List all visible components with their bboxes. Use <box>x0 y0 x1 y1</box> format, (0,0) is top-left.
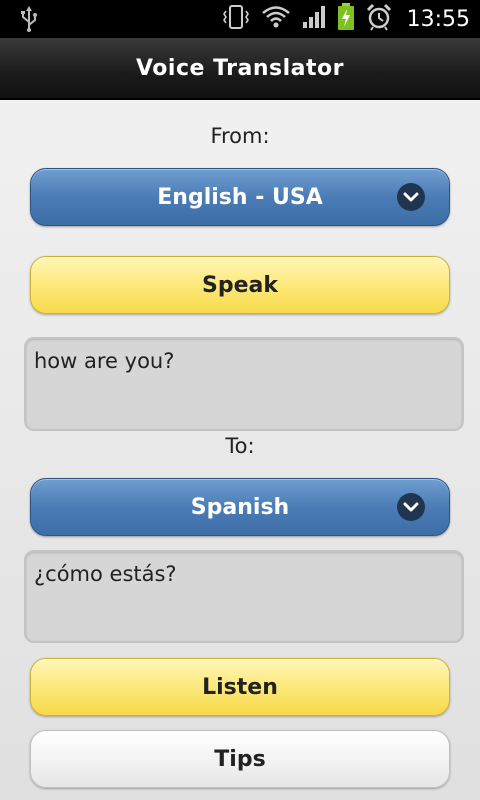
status-bar: 13:55 <box>0 0 480 38</box>
battery-charging-icon <box>337 3 355 35</box>
status-time: 13:55 <box>406 6 470 32</box>
to-language-select[interactable]: Spanish <box>30 478 450 536</box>
source-text-box[interactable]: how are you? <box>24 337 464 431</box>
usb-icon <box>18 6 40 36</box>
from-language-value: English - USA <box>157 184 323 210</box>
tips-button[interactable]: Tips <box>30 730 450 788</box>
vibrate-icon <box>221 4 251 34</box>
app-title: Voice Translator <box>135 55 344 81</box>
alarm-icon <box>365 3 393 35</box>
speak-button[interactable]: Speak <box>30 256 450 314</box>
from-label: From: <box>210 124 270 148</box>
source-text: how are you? <box>34 349 175 373</box>
to-label: To: <box>225 434 255 458</box>
chevron-down-icon <box>397 183 425 211</box>
to-language-value: Spanish <box>190 494 290 520</box>
from-language-select[interactable]: English - USA <box>30 168 450 226</box>
chevron-down-icon <box>397 493 425 521</box>
translated-text: ¿cómo estás? <box>34 562 177 586</box>
wifi-icon <box>261 4 291 34</box>
translated-text-box[interactable]: ¿cómo estás? <box>24 550 464 643</box>
signal-icon <box>301 4 327 34</box>
listen-button[interactable]: Listen <box>30 658 450 716</box>
title-bar: Voice Translator <box>0 38 480 100</box>
